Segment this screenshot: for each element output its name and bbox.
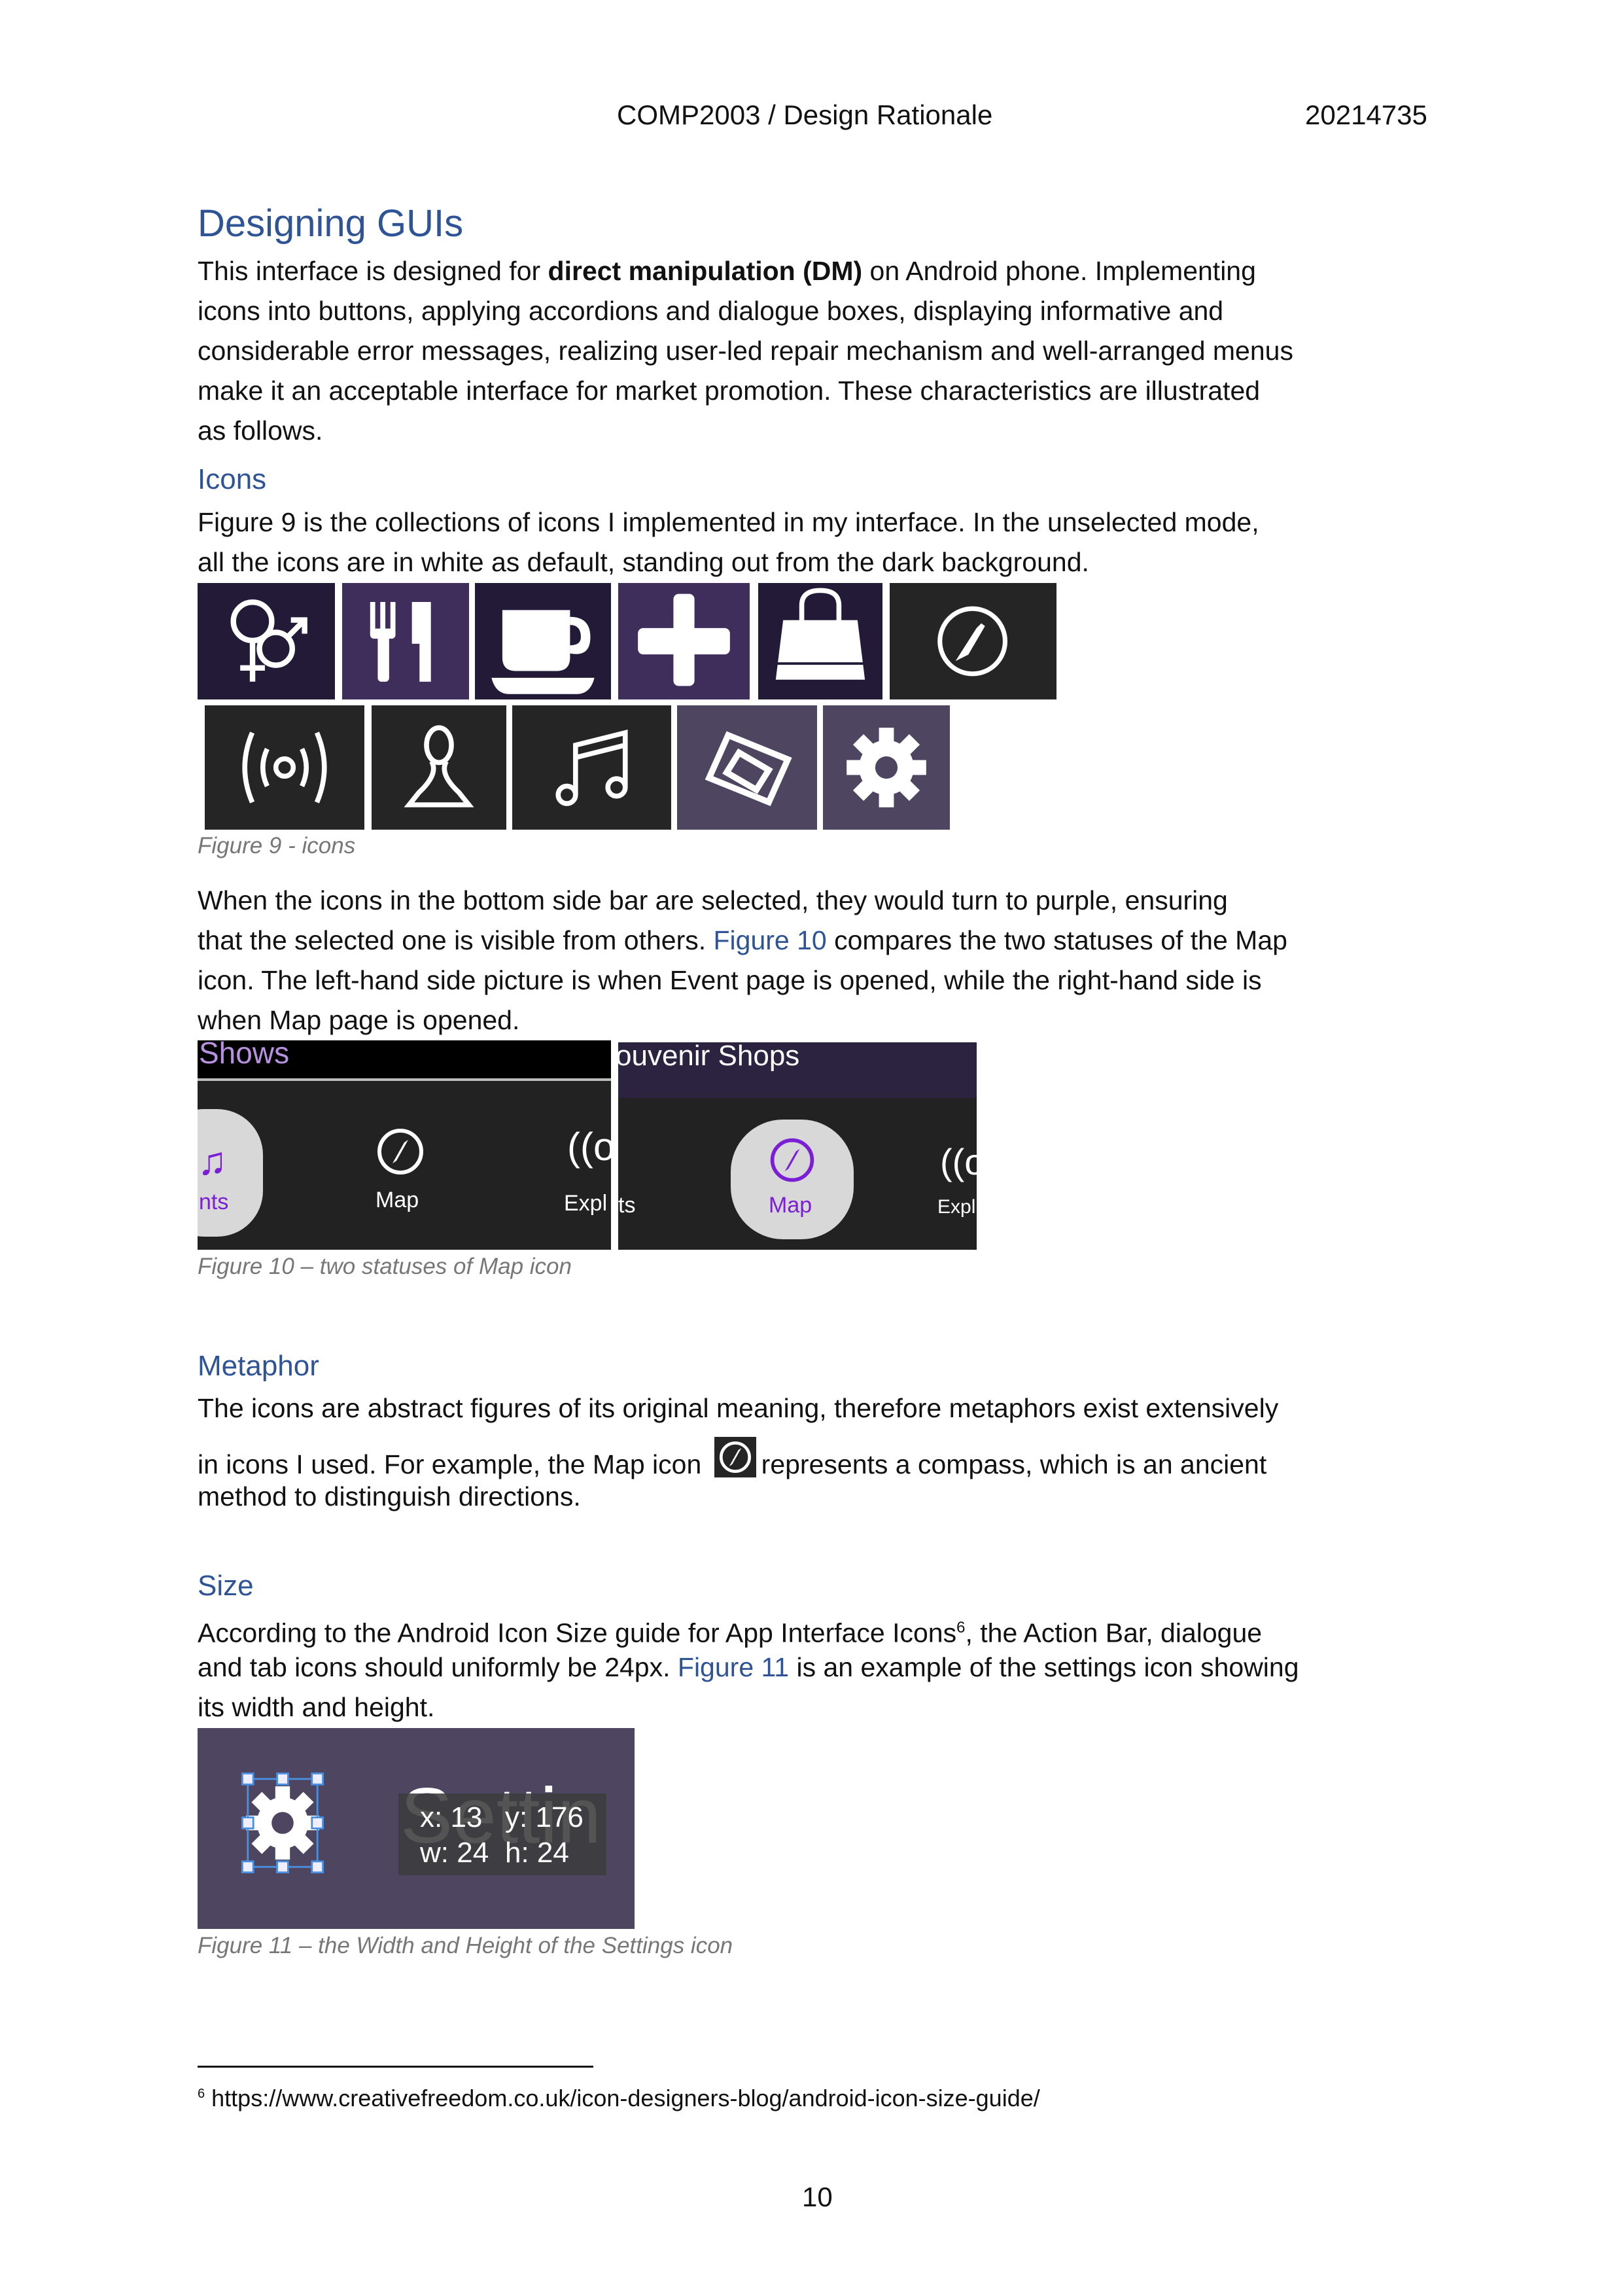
music-icon [512, 705, 671, 830]
text-line: its width and height. [198, 1692, 435, 1722]
header-title: COMP2003 / Design Rationale [617, 99, 993, 130]
figure-10-event-page: Shows ♫ nts Map ((o Expl [198, 1040, 611, 1250]
text-line: when Map page is opened. [198, 1005, 520, 1035]
subheading-size: Size [198, 1570, 254, 1602]
settings-icon [823, 705, 950, 830]
subheading-icons: Icons [198, 463, 267, 495]
text-line: considerable error messages, realizing u… [198, 336, 1293, 366]
text-line: According to the Android Icon Size guide… [198, 1617, 1263, 1648]
text-line: that the selected one is visible from ot… [198, 925, 1287, 955]
text-line: Figure 9 is the collections of icons I i… [198, 507, 1259, 537]
text-line: icons into buttons, applying accordions … [198, 296, 1224, 326]
compass-icon [714, 1437, 756, 1477]
text-line: and tab icons should uniformly be 24px. … [198, 1652, 1299, 1682]
text-line: make it an acceptable interface for mark… [198, 376, 1261, 406]
figure-11-settings-measure: Settin x: 13 y: 176 w: 24 h: 24 [198, 1728, 635, 1929]
header-student-id: 20214735 [1305, 99, 1427, 130]
settings-icon[interactable] [237, 1767, 328, 1879]
broadcast-icon: ((o [567, 1125, 611, 1169]
figure-11-link[interactable]: Figure 11 [678, 1652, 789, 1682]
subheading-metaphor: Metaphor [198, 1350, 319, 1382]
footnote-divider [198, 2066, 593, 2068]
text-line: icon. The left-hand side picture is when… [198, 965, 1262, 995]
medical-icon [618, 583, 750, 699]
compass-icon [770, 1138, 814, 1182]
restaurant-icon [342, 583, 469, 699]
cafe-icon [475, 583, 611, 699]
section-heading: Designing GUIs [198, 202, 464, 245]
footnote-ref: 6 [956, 1619, 966, 1636]
text-line: method to distinguish directions. [198, 1481, 581, 1511]
shopping-bag-icon [758, 583, 882, 699]
music-icon: ♫ [198, 1139, 227, 1183]
page-title: Shows [199, 1040, 290, 1070]
compass-icon[interactable] [374, 1125, 427, 1178]
text-line: When the icons in the bottom side bar ar… [198, 885, 1228, 915]
ticket-icon [677, 705, 817, 830]
broadcast-icon: ((o [940, 1141, 977, 1182]
figure-10-link[interactable]: Figure 10 [714, 925, 827, 955]
text-line: all the icons are in white as default, s… [198, 547, 1089, 577]
footnote-link[interactable]: https://www.creativefreedom.co.uk/icon-d… [211, 2085, 1040, 2111]
broadcast-icon [205, 705, 364, 830]
figure-11-caption: Figure 11 – the Width and Height of the … [198, 1933, 733, 1958]
person-icon [372, 705, 506, 830]
figure-10-map-page: ouvenir Shops ts Map ((o Expl [618, 1042, 977, 1250]
nav-map-label[interactable]: Map [769, 1193, 812, 1218]
text-line: This interface is designed for direct ma… [198, 256, 1256, 286]
compass-icon [890, 583, 1056, 699]
page-title: ouvenir Shops [618, 1042, 800, 1072]
gender-icon [198, 583, 335, 699]
text-line: as follows. [198, 415, 323, 446]
figure-10-caption: Figure 10 – two statuses of Map icon [198, 1254, 572, 1279]
page-number: 10 [802, 2181, 833, 2212]
document-page: COMP2003 / Design Rationale 20214735 Des… [0, 0, 1623, 2296]
text-line: The icons are abstract figures of its or… [198, 1393, 1279, 1423]
nav-map-label[interactable]: Map [375, 1188, 419, 1213]
figure-9-caption: Figure 9 - icons [198, 833, 356, 858]
footnote: 6 https://www.creativefreedom.co.uk/icon… [198, 2085, 1040, 2111]
